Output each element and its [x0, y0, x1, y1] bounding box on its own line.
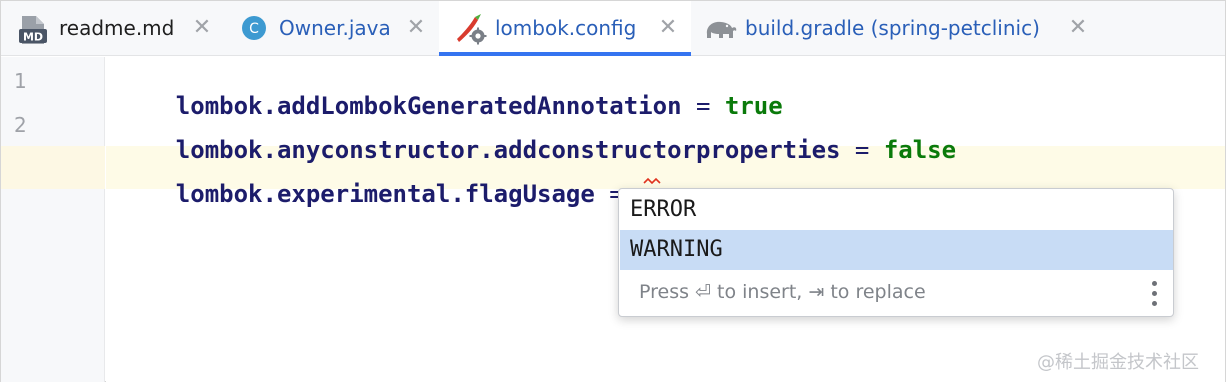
java-class-icon: C	[242, 16, 266, 40]
code-line-3[interactable]: lombok.experimental.flagUsage =	[118, 152, 638, 236]
gradle-elephant-icon	[706, 21, 737, 38]
tab-owner-java[interactable]: C Owner.java ✕	[227, 1, 439, 55]
markdown-file-icon: MD	[19, 16, 47, 44]
completion-hint: Press ⏎ to insert, ⇥ to replace	[639, 281, 926, 303]
error-squiggle-icon	[643, 177, 661, 185]
line-number: 1	[14, 69, 27, 93]
line-number-gutter: 1 2 3	[1, 57, 105, 382]
tab-readme[interactable]: MD readme.md ✕	[1, 1, 227, 55]
completion-item-error[interactable]: ERROR	[620, 190, 1173, 230]
close-icon[interactable]: ✕	[1063, 13, 1093, 43]
svg-text:MD: MD	[23, 31, 43, 44]
watermark: @稀土掘金技术社区	[1037, 352, 1199, 373]
close-icon[interactable]: ✕	[187, 13, 217, 43]
caret-line-gutter-highlight	[1, 146, 105, 189]
tab-bar: MD readme.md ✕ C Owner.java ✕ lombok.con…	[1, 1, 1225, 56]
assign-operator: =	[840, 136, 884, 164]
lombok-config-icon	[457, 14, 487, 45]
tab-label: Owner.java	[279, 16, 391, 40]
config-value: false	[883, 136, 957, 164]
tab-label: lombok.config	[495, 16, 637, 40]
completion-popup: ERROR WARNING Press ⏎ to insert, ⇥ to re…	[618, 188, 1174, 317]
editor-window: MD readme.md ✕ C Owner.java ✕ lombok.con…	[0, 0, 1226, 382]
close-icon[interactable]: ✕	[401, 13, 431, 43]
tab-label: build.gradle (spring-petclinic)	[745, 16, 1040, 40]
tab-label: readme.md	[59, 16, 175, 40]
tab-lombok-config[interactable]: lombok.config ✕	[439, 1, 691, 56]
active-tab-indicator	[439, 52, 691, 56]
completion-item-warning[interactable]: WARNING	[620, 230, 1173, 270]
config-key: lombok.experimental.flagUsage	[175, 180, 595, 208]
tab-build-gradle[interactable]: build.gradle (spring-petclinic) ✕	[691, 1, 1101, 55]
line-number: 2	[14, 113, 27, 137]
svg-text:C: C	[249, 21, 259, 37]
close-icon[interactable]: ✕	[653, 13, 683, 43]
more-options-icon[interactable]	[1149, 281, 1159, 307]
